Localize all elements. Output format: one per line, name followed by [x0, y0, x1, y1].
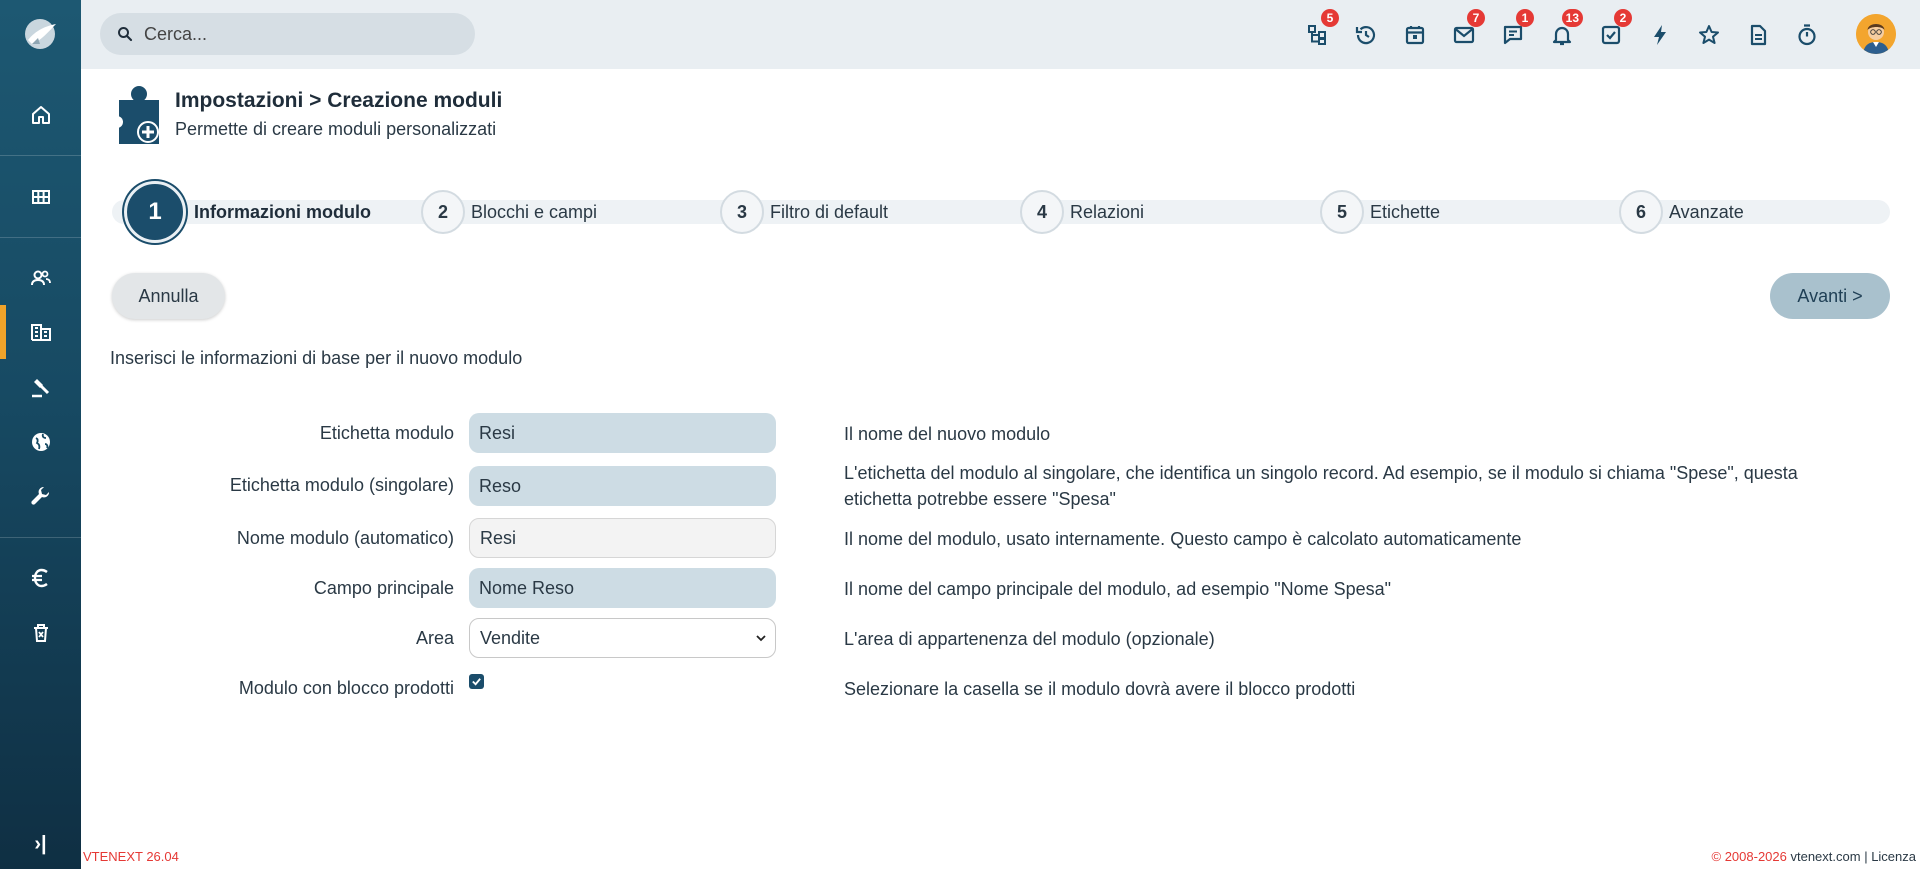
building-icon — [30, 324, 51, 341]
step-relations[interactable]: 4 Relazioni — [1020, 190, 1144, 234]
sidebar-item-web[interactable] — [0, 415, 81, 469]
module-name-label: Nome modulo (automatico) — [236, 528, 454, 548]
module-label-singular-desc: L'etichetta del modulo al singolare, che… — [844, 463, 1798, 509]
cancel-button[interactable]: Annulla — [112, 273, 225, 319]
step-blocks-fields[interactable]: 2 Blocchi e campi — [421, 190, 597, 234]
topbar: 5 7 1 13 2 — [81, 0, 1920, 69]
tasks-badge: 2 — [1614, 9, 1632, 27]
bell-icon[interactable]: 13 — [1545, 9, 1583, 52]
license-link[interactable]: Licenza — [1871, 849, 1916, 864]
main-field-label: Campo principale — [313, 578, 454, 598]
step-label: Relazioni — [1070, 201, 1145, 222]
step-default-filter[interactable]: 3 Filtro di default — [720, 190, 888, 234]
chat-badge: 1 — [1516, 9, 1534, 27]
step-number: 6 — [1619, 190, 1663, 234]
star-icon[interactable] — [1692, 18, 1726, 52]
sidebar-item-contacts[interactable] — [0, 251, 81, 305]
people-icon — [30, 270, 51, 286]
timer-icon[interactable] — [1790, 18, 1824, 52]
page-title: Impostazioni > Creazione moduli — [175, 89, 503, 112]
sidebar: ›| — [0, 0, 81, 869]
main-field-desc: Il nome del campo principale del modulo,… — [844, 579, 1392, 599]
step-label: Informazioni modulo — [194, 201, 371, 222]
module-label-desc: Il nome del nuovo modulo — [844, 424, 1051, 444]
notifications-badge: 13 — [1561, 9, 1583, 27]
puzzle-icon — [111, 86, 161, 146]
step-label: Etichette — [1370, 201, 1441, 222]
step-label: Filtro di default — [770, 201, 889, 222]
step-advanced[interactable]: 6 Avanzate — [1619, 190, 1744, 234]
processes-icon[interactable]: 5 — [1301, 9, 1339, 52]
home-icon — [31, 106, 50, 124]
processes-badge: 5 — [1321, 9, 1339, 27]
step-number: 3 — [720, 190, 764, 234]
step-number: 1 — [124, 181, 186, 243]
copyright-text: © 2008-2026 — [1711, 849, 1787, 864]
sidebar-item-trash[interactable] — [0, 606, 81, 660]
globe-icon — [31, 433, 50, 451]
step-number: 4 — [1020, 190, 1064, 234]
wrench-icon — [30, 486, 49, 505]
footer-links: © 2008-2026 vtenext.com | Licenza — [1711, 849, 1917, 864]
document-icon[interactable] — [1741, 18, 1775, 52]
euro-icon — [31, 568, 48, 588]
step-label: Avanzate — [1669, 201, 1744, 222]
module-name-desc: Il nome del modulo, usato internamente. … — [844, 529, 1522, 549]
product-block-label: Modulo con blocco prodotti — [238, 678, 454, 698]
area-desc: L'area di appartenenza del modulo (opzio… — [844, 629, 1215, 649]
search-icon — [118, 27, 133, 42]
grid-icon — [31, 190, 50, 204]
search-input[interactable] — [144, 23, 444, 45]
area-selected-value: Vendite — [480, 627, 541, 648]
module-label-label: Etichetta modulo — [319, 423, 454, 443]
version-label: VTENEXT 26.04 — [83, 849, 179, 864]
step-labels[interactable]: 5 Etichette — [1320, 190, 1440, 234]
trash-icon — [33, 624, 48, 642]
module-label-singular-input[interactable] — [469, 466, 776, 506]
sidebar-item-auctions[interactable] — [0, 360, 81, 414]
check-icon — [472, 678, 481, 686]
mail-icon[interactable]: 7 — [1447, 9, 1485, 52]
step-number: 5 — [1320, 190, 1364, 234]
avatar[interactable] — [1856, 14, 1896, 54]
sidebar-item-tools[interactable] — [0, 470, 81, 524]
intro-text: Inserisci le informazioni di base per il… — [110, 348, 523, 368]
step-module-info[interactable]: 1 Informazioni modulo — [124, 181, 371, 243]
next-button[interactable]: Avanti > — [1770, 273, 1890, 319]
sidebar-item-accounts[interactable] — [0, 305, 81, 359]
sidebar-item-grid[interactable] — [0, 170, 81, 224]
area-label: Area — [415, 628, 454, 648]
chat-icon[interactable]: 1 — [1496, 9, 1534, 52]
chevron-down-icon — [756, 635, 766, 642]
site-link[interactable]: vtenext.com — [1790, 849, 1860, 864]
search-box[interactable] — [100, 13, 475, 55]
module-name-input — [469, 518, 776, 558]
product-block-checkbox[interactable] — [469, 674, 484, 689]
calendar-icon[interactable] — [1398, 18, 1432, 52]
page-subtitle: Permette di creare moduli personalizzati — [175, 119, 497, 139]
lightning-icon[interactable] — [1643, 18, 1677, 52]
module-label-singular-label: Etichetta modulo (singolare) — [229, 475, 454, 495]
product-block-desc: Selezionare la casella se il modulo dovr… — [844, 679, 1356, 699]
gavel-icon — [31, 379, 49, 398]
step-label: Blocchi e campi — [471, 201, 598, 222]
module-label-input[interactable] — [469, 413, 776, 453]
step-number: 2 — [421, 190, 465, 234]
sidebar-expand-icon[interactable]: ›| — [0, 829, 81, 859]
mail-badge: 7 — [1467, 9, 1485, 27]
tasks-icon[interactable]: 2 — [1594, 9, 1632, 52]
area-select[interactable]: Vendite — [469, 618, 776, 658]
app-logo[interactable] — [18, 14, 62, 54]
main-field-input[interactable] — [469, 568, 776, 608]
history-icon[interactable] — [1349, 18, 1383, 52]
sidebar-item-home[interactable] — [0, 88, 81, 142]
sidebar-item-finance[interactable] — [0, 551, 81, 605]
